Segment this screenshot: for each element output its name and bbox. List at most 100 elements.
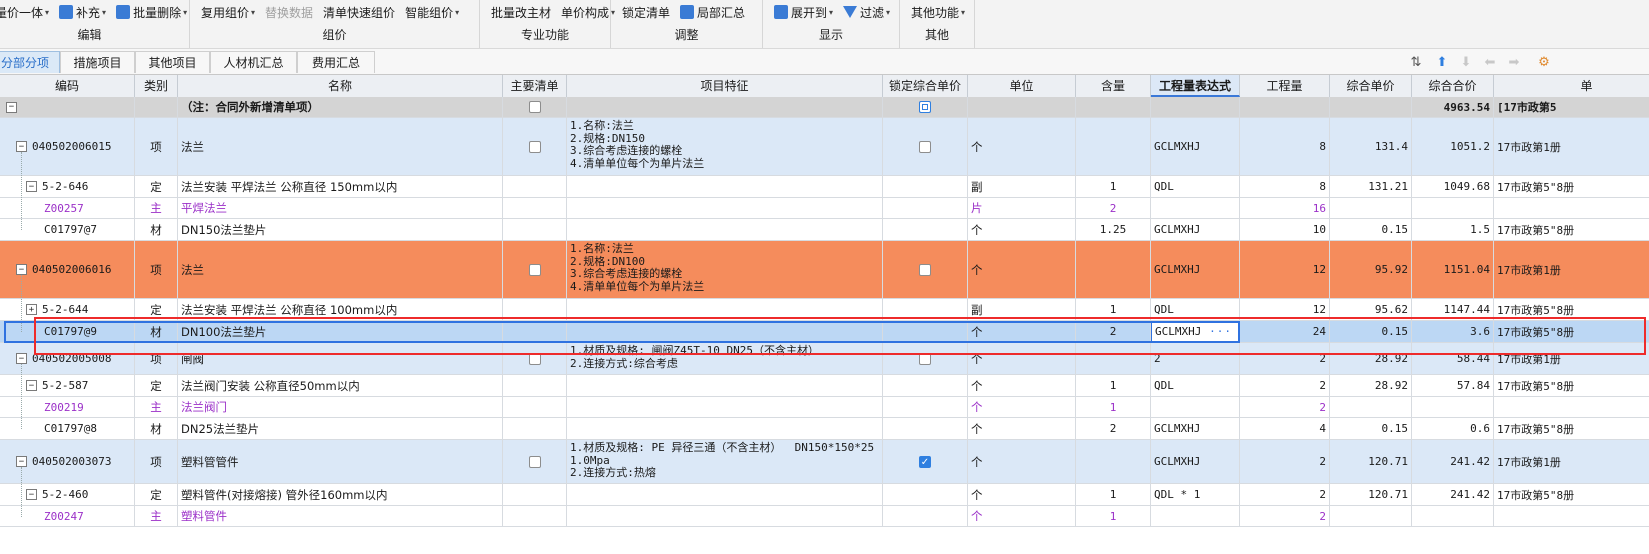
table-row[interactable]: −040502003073 项 塑料管管件 1.材质及规格: PE 异径三通（不含主材… — [0, 440, 1649, 484]
cell-quantity[interactable]: 12 — [1240, 241, 1330, 298]
cell-total-price[interactable]: 1151.04 — [1412, 241, 1494, 298]
cell-unit[interactable]: 副 — [968, 176, 1076, 197]
header-content[interactable]: 含量 — [1076, 75, 1151, 97]
cell-main-bill[interactable] — [503, 397, 567, 417]
cell-total-price[interactable] — [1412, 198, 1494, 218]
tab-0[interactable]: 分部分项 — [0, 51, 60, 73]
ribbon-button-4-1[interactable]: 过滤 ▾ — [838, 2, 895, 22]
main-bill-checkbox[interactable] — [528, 352, 541, 365]
cell-name[interactable]: 法兰安装 平焊法兰 公称直径 150mm以内 — [178, 176, 503, 197]
tab-4[interactable]: 费用汇总 — [297, 51, 375, 73]
cell-lock-price[interactable] — [883, 397, 968, 417]
collapse-minus-icon[interactable]: − — [26, 380, 37, 391]
header-unit[interactable]: 单位 — [968, 75, 1076, 97]
cell-unit-price[interactable]: 0.15 — [1330, 418, 1412, 439]
cell-main-bill[interactable] — [503, 440, 567, 483]
main-bill-checkbox[interactable] — [528, 455, 541, 468]
table-row[interactable]: −5-2-587 定 法兰阀门安装 公称直径50mm以内 个 1 QDL 2 28.92 57.… — [0, 375, 1649, 397]
header-lock-price[interactable]: 锁定综合单价 — [883, 75, 968, 97]
ribbon-button-1-0[interactable]: 复用组价 ▾ — [196, 2, 260, 22]
table-row[interactable]: Z00257 主 平焊法兰 片 2 16 — [0, 198, 1649, 219]
cell-total-price[interactable]: 241.42 — [1412, 484, 1494, 505]
cell-extra[interactable]: 17市政第1册 — [1494, 440, 1649, 483]
cell-unit-price[interactable] — [1330, 506, 1412, 526]
header-category[interactable]: 类别 — [135, 75, 178, 97]
cell-unit-price[interactable]: 28.92 — [1330, 375, 1412, 396]
cell-feature[interactable] — [567, 375, 883, 396]
cell-total-price[interactable]: 4963.54 — [1412, 97, 1494, 117]
cell-unit[interactable]: 个 — [968, 219, 1076, 240]
cell-unit[interactable]: 个 — [968, 321, 1076, 342]
cell-name[interactable]: 塑料管管件 — [178, 440, 503, 483]
lock-price-checkbox[interactable] — [919, 352, 931, 365]
cell-quantity-expression[interactable]: QDL — [1151, 299, 1240, 320]
cell-extra[interactable]: 17市政第1册 — [1494, 343, 1649, 374]
cell-main-bill[interactable] — [503, 484, 567, 505]
cell-quantity[interactable]: 10 — [1240, 219, 1330, 240]
tab-3[interactable]: 人材机汇总 — [210, 51, 297, 73]
cell-name[interactable]: 塑料管件(对接熔接) 管外径160mm以内 — [178, 484, 503, 505]
main-bill-checkbox[interactable] — [528, 140, 541, 153]
cell-lock-price[interactable] — [883, 219, 968, 240]
cell-unit-price[interactable]: 131.4 — [1330, 118, 1412, 175]
cell-name[interactable]: 法兰 — [178, 241, 503, 298]
cell-total-price[interactable] — [1412, 506, 1494, 526]
cell-lock-price[interactable] — [883, 506, 968, 526]
cell-unit-price[interactable]: 131.21 — [1330, 176, 1412, 197]
header-feature[interactable]: 项目特征 — [567, 75, 883, 97]
tab-1[interactable]: 措施项目 — [60, 51, 135, 73]
cell-extra[interactable]: 17市政第5"8册 — [1494, 299, 1649, 320]
settings-icon[interactable]: ⚙ — [1536, 54, 1552, 70]
cell-lock-price[interactable] — [883, 418, 968, 439]
cell-total-price[interactable]: 57.84 — [1412, 375, 1494, 396]
cell-content[interactable] — [1076, 97, 1151, 117]
cell-quantity-expression[interactable]: GCLMXHJ — [1151, 440, 1240, 483]
cell-content[interactable] — [1076, 118, 1151, 175]
main-bill-checkbox[interactable] — [528, 263, 541, 276]
cell-extra[interactable] — [1494, 506, 1649, 526]
ribbon-button-0-2[interactable]: 批量删除 ▾ — [111, 2, 192, 22]
cell-unit[interactable] — [968, 97, 1076, 117]
header-code[interactable]: 编码 — [0, 75, 135, 97]
cell-unit[interactable]: 个 — [968, 440, 1076, 483]
cell-name[interactable]: 法兰安装 平焊法兰 公称直径 100mm以内 — [178, 299, 503, 320]
collapse-minus-icon[interactable]: − — [16, 141, 27, 152]
cell-quantity-expression[interactable] — [1151, 97, 1240, 117]
cell-extra[interactable]: 17市政第5"8册 — [1494, 321, 1649, 342]
main-bill-checkbox[interactable] — [528, 101, 541, 113]
cell-quantity-expression[interactable]: 2 — [1151, 343, 1240, 374]
cell-lock-price[interactable] — [883, 321, 968, 342]
ellipsis-button[interactable]: ··· — [1209, 325, 1236, 338]
tab-2[interactable]: 其他项目 — [135, 51, 210, 73]
cell-total-price[interactable]: 58.44 — [1412, 343, 1494, 374]
cell-extra[interactable]: 17市政第1册 — [1494, 118, 1649, 175]
cell-lock-price[interactable] — [883, 198, 968, 218]
expand-plus-icon[interactable]: + — [26, 304, 37, 315]
cell-extra[interactable] — [1494, 397, 1649, 417]
cell-quantity[interactable]: 24 — [1240, 321, 1330, 342]
cell-content[interactable]: 1 — [1076, 397, 1151, 417]
collapse-minus-icon[interactable]: − — [16, 264, 27, 275]
cell-name[interactable]: DN100法兰垫片 — [178, 321, 503, 342]
cell-main-bill[interactable] — [503, 299, 567, 320]
cell-unit[interactable]: 个 — [968, 484, 1076, 505]
cell-unit[interactable]: 个 — [968, 118, 1076, 175]
cell-feature[interactable]: 1.材质及规格: PE 异径三通（不含主材） DN150*150*25 1.0M… — [567, 440, 883, 483]
cell-quantity[interactable]: 2 — [1240, 343, 1330, 374]
collapse-minus-icon[interactable]: − — [26, 489, 37, 500]
cell-extra[interactable] — [1494, 198, 1649, 218]
cell-content[interactable]: 1 — [1076, 375, 1151, 396]
cell-total-price[interactable]: 1051.2 — [1412, 118, 1494, 175]
cell-quantity[interactable]: 2 — [1240, 484, 1330, 505]
collapse-minus-icon[interactable]: − — [6, 101, 17, 113]
cell-name[interactable]: 法兰 — [178, 118, 503, 175]
cell-main-bill[interactable] — [503, 118, 567, 175]
move-down-icon[interactable]: ⬇ — [1458, 54, 1474, 70]
cell-feature[interactable]: 1.名称:法兰 2.规格:DN150 3.综合考虑连接的螺栓 4.清单单位每个为… — [567, 118, 883, 175]
cell-feature[interactable] — [567, 176, 883, 197]
cell-code[interactable]: − — [0, 97, 135, 117]
cell-main-bill[interactable] — [503, 219, 567, 240]
cell-lock-price[interactable] — [883, 299, 968, 320]
cell-lock-price[interactable] — [883, 97, 968, 117]
cell-feature[interactable]: 1.材质及规格: 闸阀Z45T-10 DN25（不含主材） 2.连接方式:综合考… — [567, 343, 883, 374]
